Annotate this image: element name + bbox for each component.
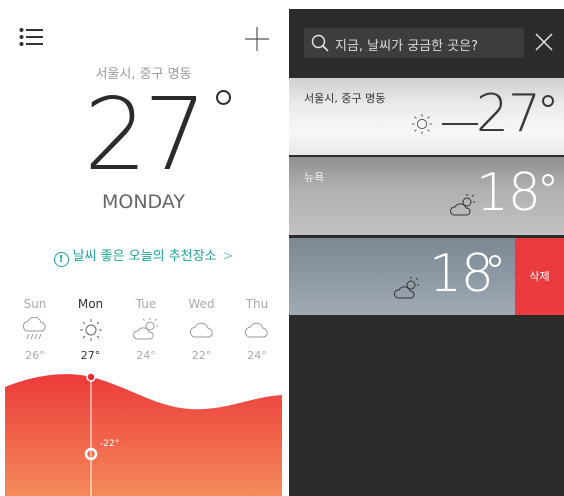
partly-cloudy-icon (394, 277, 419, 299)
partly-cloudy-icon (450, 194, 475, 216)
rain-cloud-icon (22, 317, 46, 340)
search-icon (311, 34, 329, 52)
forecast-temp: 27° (80, 349, 101, 362)
city-temp: 18 (475, 163, 541, 223)
forecast-day[interactable]: Wed 22° (182, 297, 222, 367)
chevron-right-icon: > (222, 249, 234, 264)
forecast-temp: 26° (25, 349, 45, 362)
cloud-icon (189, 322, 213, 338)
forecast-temp: 22° (191, 349, 212, 362)
sun-icon (411, 113, 433, 135)
weekly-forecast: Sun 26° Mon 27° Tue 24° Wed 22° Thu 24° (15, 297, 277, 367)
search-input[interactable]: 지금, 날씨가 궁금한 곳은? (304, 28, 524, 58)
list-menu-icon[interactable] (19, 27, 45, 47)
search-placeholder: 지금, 날씨가 궁금한 곳은? (335, 39, 479, 54)
forecast-day-name: Sun (23, 297, 47, 311)
delete-button[interactable]: 삭제 (515, 238, 564, 315)
temperature-wave-graph (5, 372, 282, 496)
info-icon: ! (53, 252, 69, 267)
degree-symbol (542, 174, 554, 186)
forecast-day[interactable]: Thu 24° (237, 297, 277, 367)
forecast-temp: 24° (136, 349, 156, 362)
city-name: 서울시, 중구 명동 (304, 92, 386, 105)
temp-dash (442, 123, 478, 125)
close-icon[interactable] (533, 31, 555, 53)
current-temperature: 27 (83, 76, 207, 193)
recommend-text: 날씨 좋은 오늘의 추천장소 (72, 249, 217, 264)
add-icon[interactable] (242, 24, 272, 54)
graph-temp-label: -22° (100, 439, 120, 449)
recommend-link[interactable]: ! 날씨 좋은 오늘의 추천장소 > (5, 245, 282, 267)
city-temp: 18 (428, 244, 494, 304)
city-card[interactable]: 서울시, 중구 명동 27 (289, 78, 564, 155)
weather-detail-screen: 서울시, 중구 명동 27 MONDAY ! 날씨 좋은 오늘의 추천장소 > Su… (5, 5, 282, 496)
city-list-screen: 지금, 날씨가 궁금한 곳은? 서울시, 중구 명동 27 뉴욕 18 18 삭… (289, 9, 564, 496)
city-temp: 27 (475, 84, 541, 144)
degree-symbol (542, 95, 554, 107)
forecast-day-name: Tue (135, 297, 157, 311)
city-card[interactable]: 뉴욕 18 (289, 157, 564, 235)
cloud-icon (244, 322, 268, 338)
city-name: 뉴욕 (304, 171, 325, 184)
today-marker-dot (86, 372, 96, 382)
forecast-day[interactable]: Sun 26° (15, 297, 55, 367)
wave-area (5, 374, 282, 496)
forecast-day-name: Mon (77, 297, 104, 311)
forecast-day[interactable]: Tue 24° (126, 297, 166, 367)
sun-icon (79, 319, 102, 341)
forecast-temp: 24° (247, 349, 267, 362)
degree-symbol (216, 90, 231, 105)
day-label: MONDAY (102, 191, 185, 213)
forecast-day-name: Thu (245, 297, 269, 311)
forecast-day-name: Wed (188, 297, 215, 311)
city-card[interactable]: 18 (289, 238, 515, 315)
partly-cloudy-icon (133, 318, 158, 340)
forecast-day[interactable]: Mon 27° (71, 297, 111, 367)
degree-symbol (489, 255, 501, 267)
